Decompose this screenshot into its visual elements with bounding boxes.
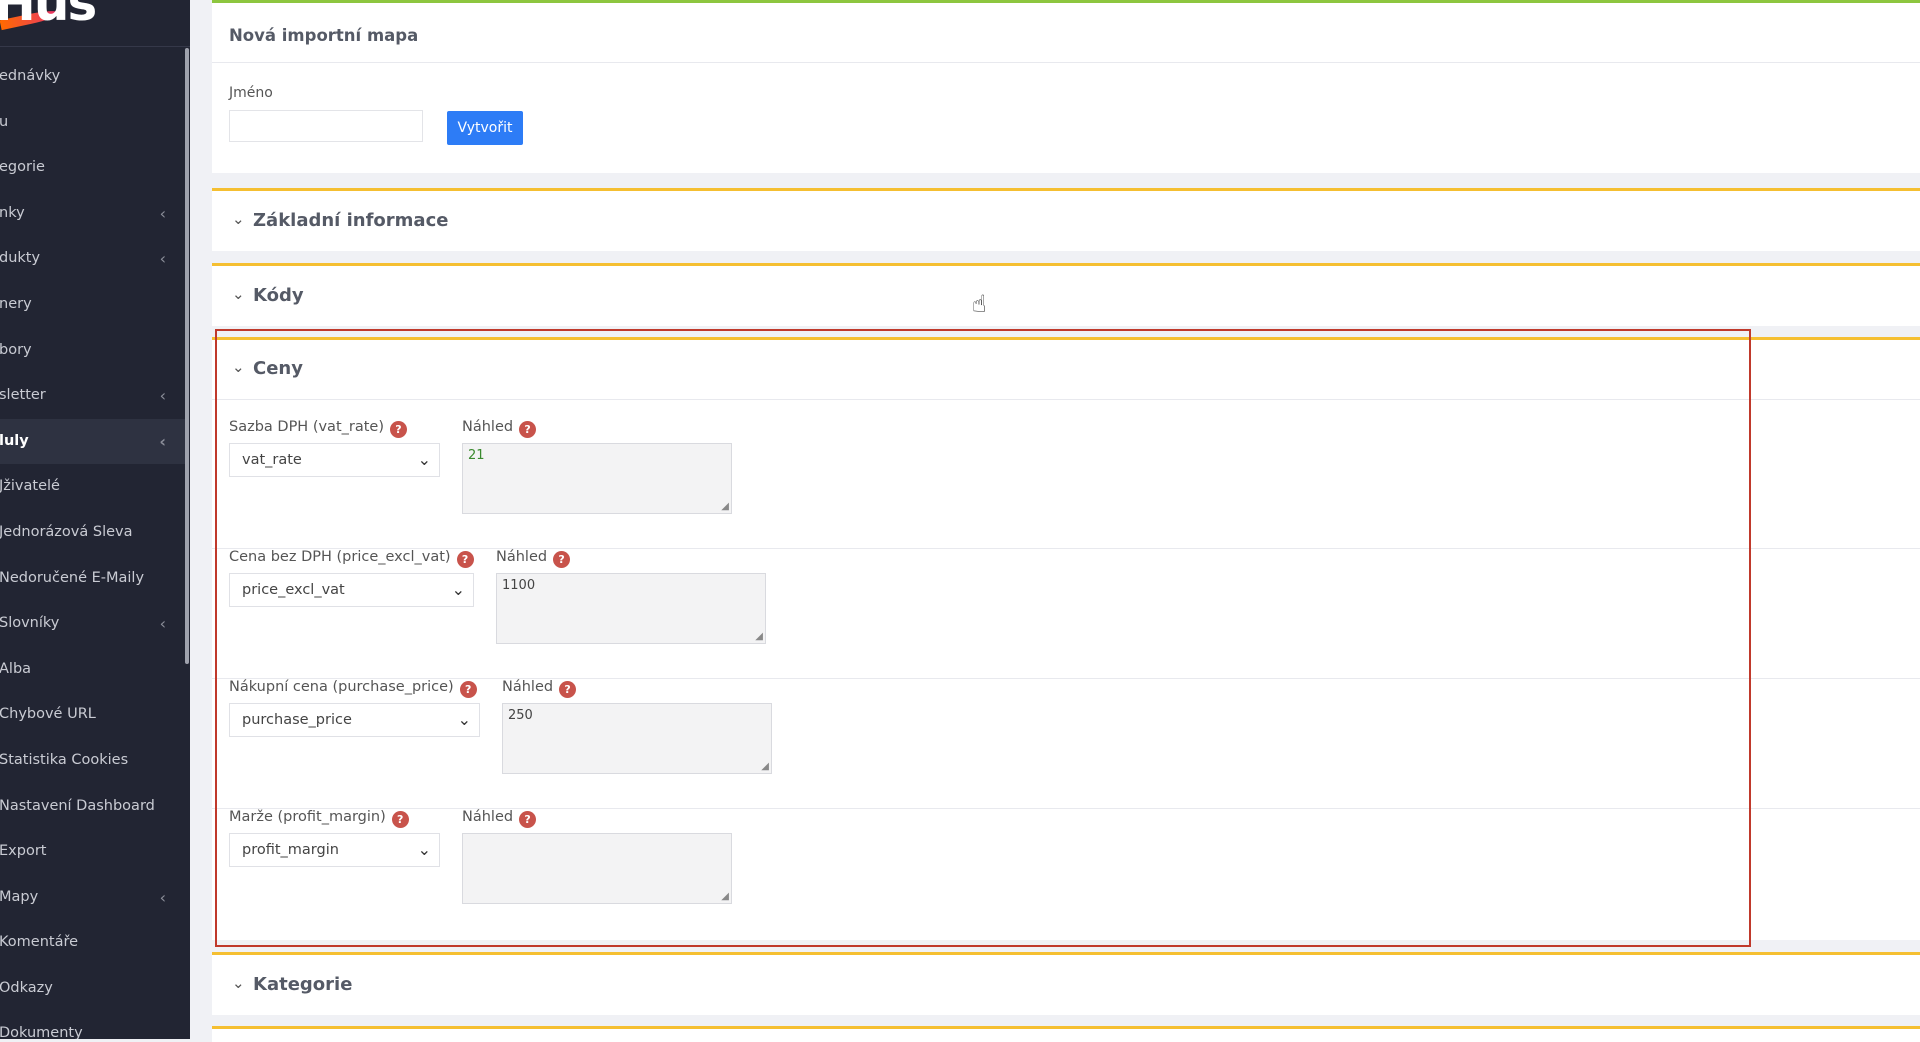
name-input[interactable] bbox=[229, 110, 423, 142]
help-icon[interactable]: ? bbox=[390, 421, 407, 438]
sidebar-item[interactable]: sletter ‹ bbox=[0, 373, 186, 419]
preview-label: Náhled? bbox=[496, 549, 571, 568]
sidebar-item-active[interactable]: luly ‹ bbox=[0, 418, 186, 465]
divider bbox=[212, 62, 1920, 63]
preview-textarea[interactable]: 1100 ◢ bbox=[496, 573, 766, 644]
sidebar-item[interactable]: Nedoručené E-Maily bbox=[0, 556, 186, 602]
chevron-down-icon[interactable]: ⌄ bbox=[232, 358, 245, 376]
chevron-left-icon: ‹ bbox=[159, 203, 166, 223]
chevron-down-icon: ⌄ bbox=[232, 974, 245, 992]
help-icon[interactable]: ? bbox=[459, 681, 477, 698]
preview-label: Náhled? bbox=[462, 809, 537, 828]
help-icon[interactable]: ? bbox=[559, 681, 577, 698]
chevron-left-icon: ‹ bbox=[159, 887, 166, 907]
resize-grip-icon[interactable]: ◢ bbox=[761, 761, 769, 772]
preview-textarea[interactable]: ◢ bbox=[462, 833, 732, 904]
chevron-left-icon: ‹ bbox=[159, 249, 166, 269]
sidebar-item[interactable]: Slovníky ‹ bbox=[0, 601, 186, 647]
sidebar-item[interactable]: Odkazy bbox=[0, 966, 186, 1012]
column-select[interactable]: profit_margin ⌄ bbox=[229, 833, 440, 867]
chevron-down-icon: ⌄ bbox=[457, 710, 471, 729]
sidebar-item[interactable]: Export bbox=[0, 829, 186, 875]
chevron-left-icon: ‹ bbox=[159, 614, 166, 634]
field-label: Sazba DPH (vat_rate)? bbox=[229, 419, 407, 438]
preview-textarea[interactable]: 250 ◢ bbox=[502, 703, 772, 774]
chevron-down-icon: ⌄ bbox=[232, 285, 245, 303]
section-title: Kódy bbox=[253, 285, 304, 306]
main-content: Nová importní mapa Jméno Vytvořit ⌄ Zákl… bbox=[212, 0, 1920, 1042]
help-icon[interactable]: ? bbox=[553, 551, 571, 568]
section-kody[interactable]: ⌄ Kódy bbox=[212, 263, 1920, 326]
sidebar-item[interactable]: Statistika Cookies bbox=[0, 738, 186, 784]
help-icon[interactable]: ? bbox=[456, 551, 474, 568]
section-kategorie[interactable]: ⌄ Kategorie bbox=[212, 952, 1920, 1015]
column-select[interactable]: vat_rate ⌄ bbox=[229, 443, 440, 477]
sidebar-nav: ednávky u egorie nky ‹ dukty ‹ nery bory s… bbox=[0, 54, 186, 1039]
chevron-left-icon: ‹ bbox=[159, 386, 166, 406]
sidebar-item[interactable]: Komentáře bbox=[0, 920, 186, 966]
hand-pointer-cursor-icon: ☝ bbox=[972, 290, 987, 318]
preview-textarea[interactable]: 21 ◢ bbox=[462, 443, 732, 514]
divider bbox=[212, 399, 1920, 400]
help-icon[interactable]: ? bbox=[391, 811, 409, 828]
sidebar-item[interactable]: nery bbox=[0, 282, 186, 328]
column-select[interactable]: purchase_price ⌄ bbox=[229, 703, 480, 737]
help-icon[interactable]: ? bbox=[519, 811, 537, 828]
sidebar-item[interactable]: bory bbox=[0, 328, 186, 374]
chevron-left-icon: ‹ bbox=[159, 431, 166, 451]
resize-grip-icon[interactable]: ◢ bbox=[755, 631, 763, 642]
sidebar-item[interactable]: Jživatelé bbox=[0, 464, 186, 510]
column-select[interactable]: price_excl_vat ⌄ bbox=[229, 573, 474, 607]
name-label: Jméno bbox=[229, 85, 273, 101]
new-import-map-card: Nová importní mapa Jméno Vytvořit bbox=[212, 0, 1920, 173]
sidebar-item[interactable]: Nastavení Dashboard bbox=[0, 784, 186, 830]
sidebar-item[interactable]: Jednorázová Sleva bbox=[0, 510, 186, 556]
chevron-down-icon: ⌄ bbox=[417, 450, 431, 469]
sidebar-item[interactable]: egorie bbox=[0, 145, 186, 191]
sidebar-item[interactable]: Mapy ‹ bbox=[0, 875, 186, 921]
help-icon[interactable]: ? bbox=[519, 421, 537, 438]
sidebar-item[interactable]: Chybové URL bbox=[0, 692, 186, 738]
section-zakladni-informace[interactable]: ⌄ Základní informace bbox=[212, 188, 1920, 251]
field-row-price-excl-vat: Cena bez DPH (price_excl_vat)? price_exc… bbox=[212, 549, 1920, 679]
resize-grip-icon[interactable]: ◢ bbox=[721, 891, 729, 902]
next-section-edge bbox=[212, 1026, 1920, 1042]
card-title: Nová importní mapa bbox=[229, 26, 419, 45]
sidebar-item[interactable]: u bbox=[0, 100, 186, 146]
section-ceny: ⌄ Ceny Sazba DPH (vat_rate)? vat_rate ⌄ N… bbox=[212, 337, 1920, 940]
field-row-purchase-price: Nákupní cena (purchase_price)? purchase_… bbox=[212, 679, 1920, 809]
app-logo[interactable]: Hus bbox=[0, 0, 190, 47]
chevron-down-icon: ⌄ bbox=[417, 840, 431, 859]
resize-grip-icon[interactable]: ◢ bbox=[721, 501, 729, 512]
sidebar: Hus ednávky u egorie nky ‹ dukty ‹ nery bo… bbox=[0, 0, 190, 1039]
section-title: Základní informace bbox=[253, 210, 449, 231]
sidebar-item[interactable]: Alba bbox=[0, 647, 186, 693]
sidebar-item[interactable]: dukty ‹ bbox=[0, 236, 186, 282]
create-button[interactable]: Vytvořit bbox=[447, 111, 523, 145]
chevron-down-icon: ⌄ bbox=[451, 580, 465, 599]
chevron-down-icon: ⌄ bbox=[232, 210, 245, 228]
logo-text: Hus bbox=[0, 0, 97, 32]
sidebar-item[interactable]: ednávky bbox=[0, 54, 186, 100]
field-label: Marže (profit_margin)? bbox=[229, 809, 409, 828]
sidebar-item[interactable]: Dokumenty bbox=[0, 1011, 186, 1039]
field-row-profit-margin: Marže (profit_margin)? profit_margin ⌄ Ná… bbox=[212, 809, 1920, 939]
section-title[interactable]: Ceny bbox=[253, 358, 303, 379]
sidebar-item[interactable]: nky ‹ bbox=[0, 191, 186, 237]
section-title: Kategorie bbox=[253, 974, 353, 995]
preview-label: Náhled? bbox=[502, 679, 577, 698]
sidebar-scrollbar[interactable] bbox=[185, 48, 189, 664]
field-label: Cena bez DPH (price_excl_vat)? bbox=[229, 549, 474, 568]
field-row-vat-rate: Sazba DPH (vat_rate)? vat_rate ⌄ Náhled? … bbox=[212, 419, 1920, 549]
preview-label: Náhled? bbox=[462, 419, 537, 438]
field-label: Nákupní cena (purchase_price)? bbox=[229, 679, 477, 698]
